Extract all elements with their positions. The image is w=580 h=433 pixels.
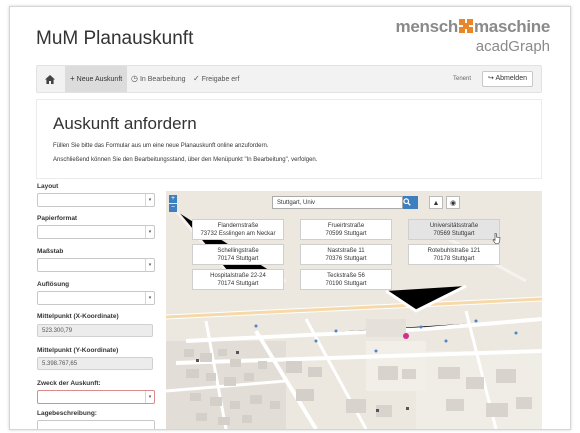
suggestion-street: Teckstraße 56 <box>327 273 365 279</box>
suggestion-city: 70569 Stuttgart <box>433 231 475 237</box>
suggestion-street: Universitätsstraße <box>429 223 479 229</box>
locate-button[interactable]: ◉ <box>446 196 460 209</box>
suggestion-street: Rotebuhlstraße 121 <box>427 248 481 254</box>
suggestion-item[interactable]: Frueirtrstraße 70599 Stuttgart <box>300 219 392 240</box>
suggestion-item[interactable]: Teckstraße 56 70190 Stuttgart <box>300 269 392 290</box>
suggestion-item[interactable]: Naststraße 11 70376 Stuttgart <box>300 244 392 265</box>
suggestion-street: Hospitalstraße 22-24 <box>210 273 266 279</box>
chevron-up-icon: ▲ <box>432 200 440 207</box>
logout-icon: ↪ <box>488 75 494 82</box>
papierformat-label: Papierformat <box>37 215 78 222</box>
suggestion-street: Naststraße 11 <box>327 248 365 254</box>
intro-panel: Auskunft anfordern Füllen Sie bitte das … <box>36 99 542 179</box>
lage-input[interactable] <box>37 420 155 429</box>
map-search-input[interactable]: Stuttgart, Univ <box>272 196 403 209</box>
nav-neue-auskunft[interactable]: + Neue Auskunft <box>65 66 128 92</box>
layout-label: Layout <box>37 183 59 190</box>
user-name: Tenent <box>452 76 471 82</box>
clock-icon: ◷ <box>131 74 138 83</box>
y-coordinate-label: Mittelpunkt (Y-Koordinate) <box>37 347 119 354</box>
nav-freigabe-label: Freigabe erf <box>201 76 240 83</box>
chevron-down-icon: ▾ <box>145 226 154 238</box>
suggestion-item[interactable]: Schellingstraße 70174 Stuttgart <box>192 244 284 265</box>
navbar: + Neue Auskunft ◷ In Bearbeitung ✓ Freigabe… <box>36 65 542 93</box>
brand-cross-icon <box>458 19 473 33</box>
collapse-up-button[interactable]: ▲ <box>429 196 443 209</box>
massstab-select[interactable]: ▾ <box>37 258 155 272</box>
check-icon: ✓ <box>193 74 200 83</box>
chevron-down-icon: ▾ <box>145 292 154 304</box>
nav-neue-auskunft-label: Neue Auskunft <box>76 76 123 83</box>
app-window: MuM Planauskunft mensch maschine acadGrap… <box>9 6 571 430</box>
zoom-control: + − <box>169 195 177 213</box>
logout-button[interactable]: ↪ Abmelden <box>482 71 533 87</box>
zweck-label: Zweck der Auskunft: <box>37 380 101 387</box>
suggestion-item[interactable]: Flandernstraße 73732 Esslingen am Neckar <box>192 219 284 240</box>
brand-logo: mensch maschine acadGraph <box>395 17 551 55</box>
lage-label: Lagebeschreibung: <box>37 410 97 417</box>
search-icon <box>403 198 411 206</box>
suggestion-city: 70174 Stuttgart <box>217 256 259 262</box>
chevron-down-icon: ▾ <box>145 194 154 206</box>
plus-icon: + <box>70 74 75 83</box>
logout-label: Abmelden <box>495 75 527 82</box>
x-coordinate-field[interactable]: 523.300,79 <box>37 324 153 337</box>
mouse-cursor-icon <box>492 233 501 244</box>
suggestion-item[interactable]: Rotebuhlstraße 121 70178 Stuttgart <box>408 244 500 265</box>
brand-sub: acadGraph <box>475 38 550 55</box>
brand-main-left: mensch <box>395 17 459 36</box>
zoom-in-button[interactable]: + <box>169 195 177 203</box>
chevron-down-icon: ▾ <box>145 391 154 403</box>
chevron-down-icon: ▾ <box>145 259 154 271</box>
zweck-select[interactable]: ▾ <box>37 390 155 404</box>
suggestion-city: 73732 Esslingen am Neckar <box>200 231 276 237</box>
intro-text-2: Anschließend können Sie den Bearbeitungs… <box>53 157 318 163</box>
aufloesung-select[interactable]: ▾ <box>37 291 155 305</box>
map-view[interactable]: + − Stuttgart, Univ ▲ ◉ Flandernstraße 7… <box>166 191 542 429</box>
layout-select[interactable]: ▾ <box>37 193 155 207</box>
suggestion-street: Frueirtrstraße <box>327 223 365 229</box>
app-title: MuM Planauskunft <box>36 28 194 49</box>
suggestion-city: 70599 Stuttgart <box>325 231 367 237</box>
suggestion-city: 70190 Stuttgart <box>325 281 367 287</box>
brand-main-right: maschine <box>473 17 550 36</box>
map-search-button[interactable] <box>403 196 418 209</box>
page-title: Auskunft anfordern <box>53 114 197 133</box>
intro-text-1: Füllen Sie bitte das Formular aus um ein… <box>53 143 269 149</box>
x-coordinate-label: Mittelpunkt (X-Koordinate) <box>37 313 119 320</box>
aufloesung-label: Auflösung <box>37 281 70 288</box>
papierformat-select[interactable]: ▾ <box>37 225 155 239</box>
suggestion-city: 70178 Stuttgart <box>433 256 475 262</box>
suggestion-city: 70174 Stuttgart <box>217 281 259 287</box>
suggestion-street: Schellingstraße <box>217 248 259 254</box>
nav-in-bearbeitung-label: In Bearbeitung <box>139 76 186 83</box>
nav-freigabe[interactable]: ✓ Freigabe erf <box>188 66 244 92</box>
massstab-label: Maßstab <box>37 248 64 255</box>
home-button[interactable] <box>37 66 63 92</box>
suggestion-street: Flandernstraße <box>217 223 259 229</box>
suggestion-city: 70376 Stuttgart <box>325 256 367 262</box>
y-coordinate-field[interactable]: 5.398.767,65 <box>37 357 153 370</box>
home-icon <box>45 74 55 84</box>
target-icon: ◉ <box>449 200 457 207</box>
suggestion-item[interactable]: Universitätsstraße 70569 Stuttgart <box>408 219 500 240</box>
nav-in-bearbeitung[interactable]: ◷ In Bearbeitung <box>126 66 191 92</box>
suggestion-item[interactable]: Hospitalstraße 22-24 70174 Stuttgart <box>192 269 284 290</box>
zoom-out-button[interactable]: − <box>169 204 177 212</box>
